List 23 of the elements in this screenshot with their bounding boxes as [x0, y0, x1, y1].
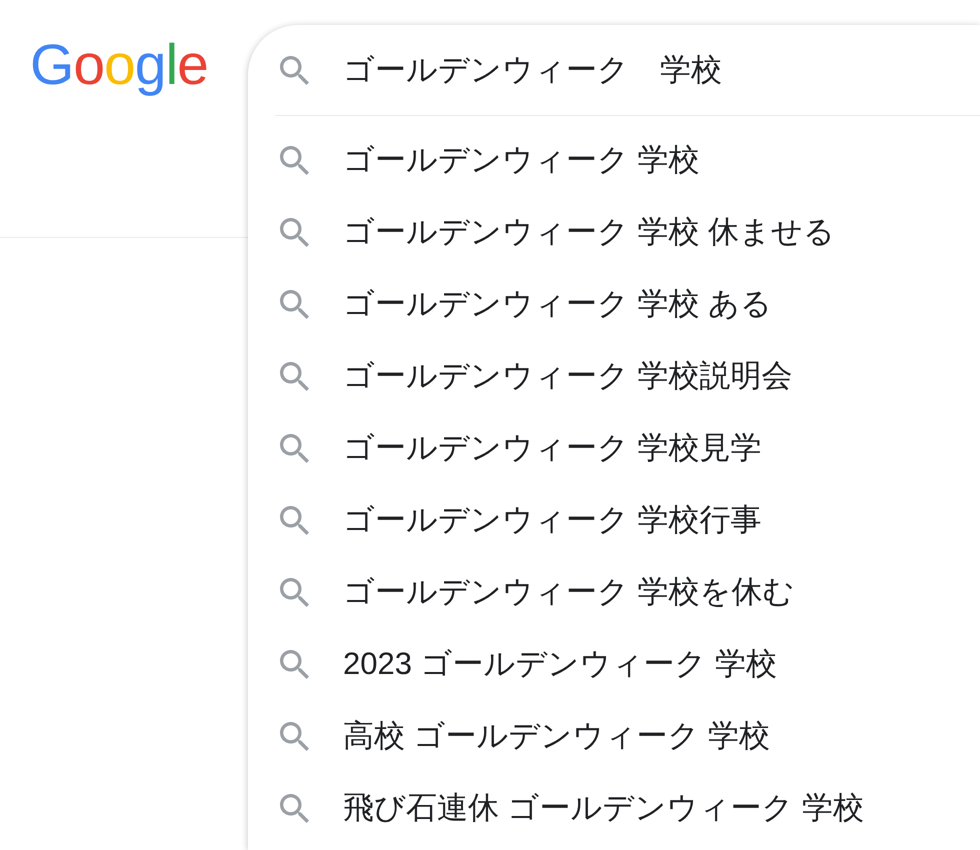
suggestion-item[interactable]: ゴールデンウィーク 学校説明会 — [343, 356, 793, 396]
suggestion-item[interactable]: ゴールデンウィーク 学校行事 — [343, 500, 762, 540]
logo[interactable]: Google — [30, 37, 208, 94]
search-icon — [280, 434, 309, 462]
search-icon — [280, 722, 309, 750]
search-icon — [280, 578, 309, 606]
search-field[interactable]: ゴールデンウィーク 学校 — [343, 50, 980, 90]
search-icon — [280, 362, 309, 390]
suggestion-item[interactable]: ゴールデンウィーク 学校 ある — [343, 284, 772, 324]
suggestion-item[interactable]: ゴールデンウィーク 学校を休む — [343, 572, 795, 612]
search-icon — [280, 290, 309, 318]
suggestion-item[interactable]: 2023 ゴールデンウィーク 学校 — [343, 644, 778, 684]
search-icon — [280, 506, 309, 534]
search-icon — [280, 218, 309, 246]
suggestion-item[interactable]: ゴールデンウィーク 学校見学 — [343, 428, 762, 468]
search-icon — [280, 146, 309, 174]
search-icon — [280, 650, 309, 678]
search-icon — [280, 794, 309, 822]
suggestion-item[interactable]: ゴールデンウィーク 学校 — [343, 140, 700, 180]
suggestion-item[interactable]: 高校 ゴールデンウィーク 学校 — [343, 716, 770, 756]
suggestion-item[interactable]: 飛び石連休 ゴールデンウィーク 学校 — [343, 788, 864, 828]
search-icon — [280, 56, 309, 84]
suggestion-item[interactable]: ゴールデンウィーク 学校 休ませる — [343, 212, 836, 252]
